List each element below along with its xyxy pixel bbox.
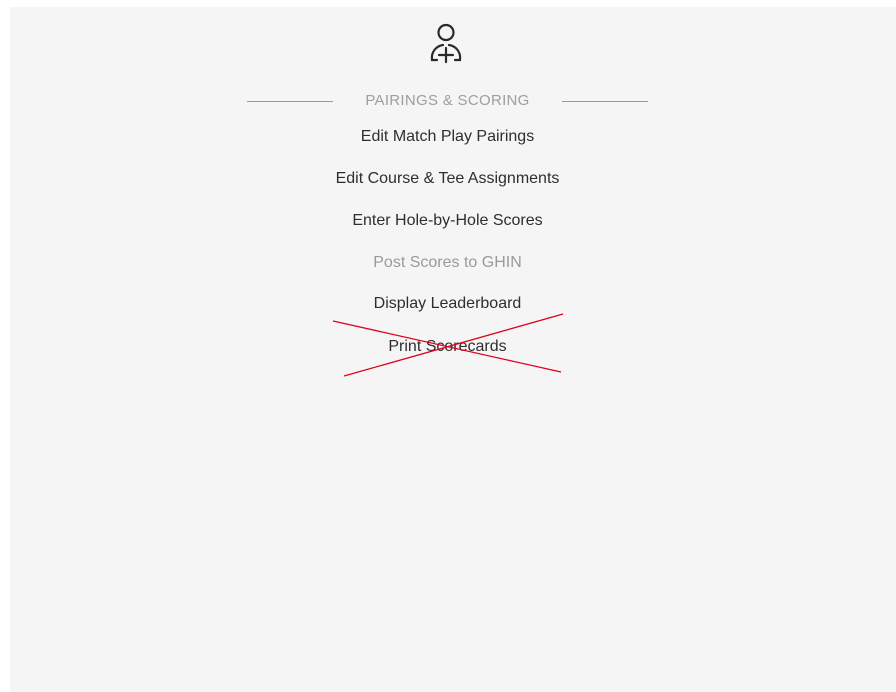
enter-hole-by-hole-scores-link[interactable]: Enter Hole-by-Hole Scores (247, 211, 648, 231)
edit-match-play-pairings-link[interactable]: Edit Match Play Pairings (247, 127, 648, 147)
print-scorecards-link[interactable]: Print Scorecards (247, 337, 648, 357)
add-user-icon[interactable] (426, 22, 466, 66)
edit-course-tee-assignments-link[interactable]: Edit Course & Tee Assignments (247, 169, 648, 189)
post-scores-to-ghin-link: Post Scores to GHIN (373, 254, 522, 271)
section-header-pairings-scoring: PAIRINGS & SCORING (247, 90, 648, 112)
header-divider-right (562, 101, 648, 102)
display-leaderboard-link[interactable]: Display Leaderboard (247, 294, 648, 314)
